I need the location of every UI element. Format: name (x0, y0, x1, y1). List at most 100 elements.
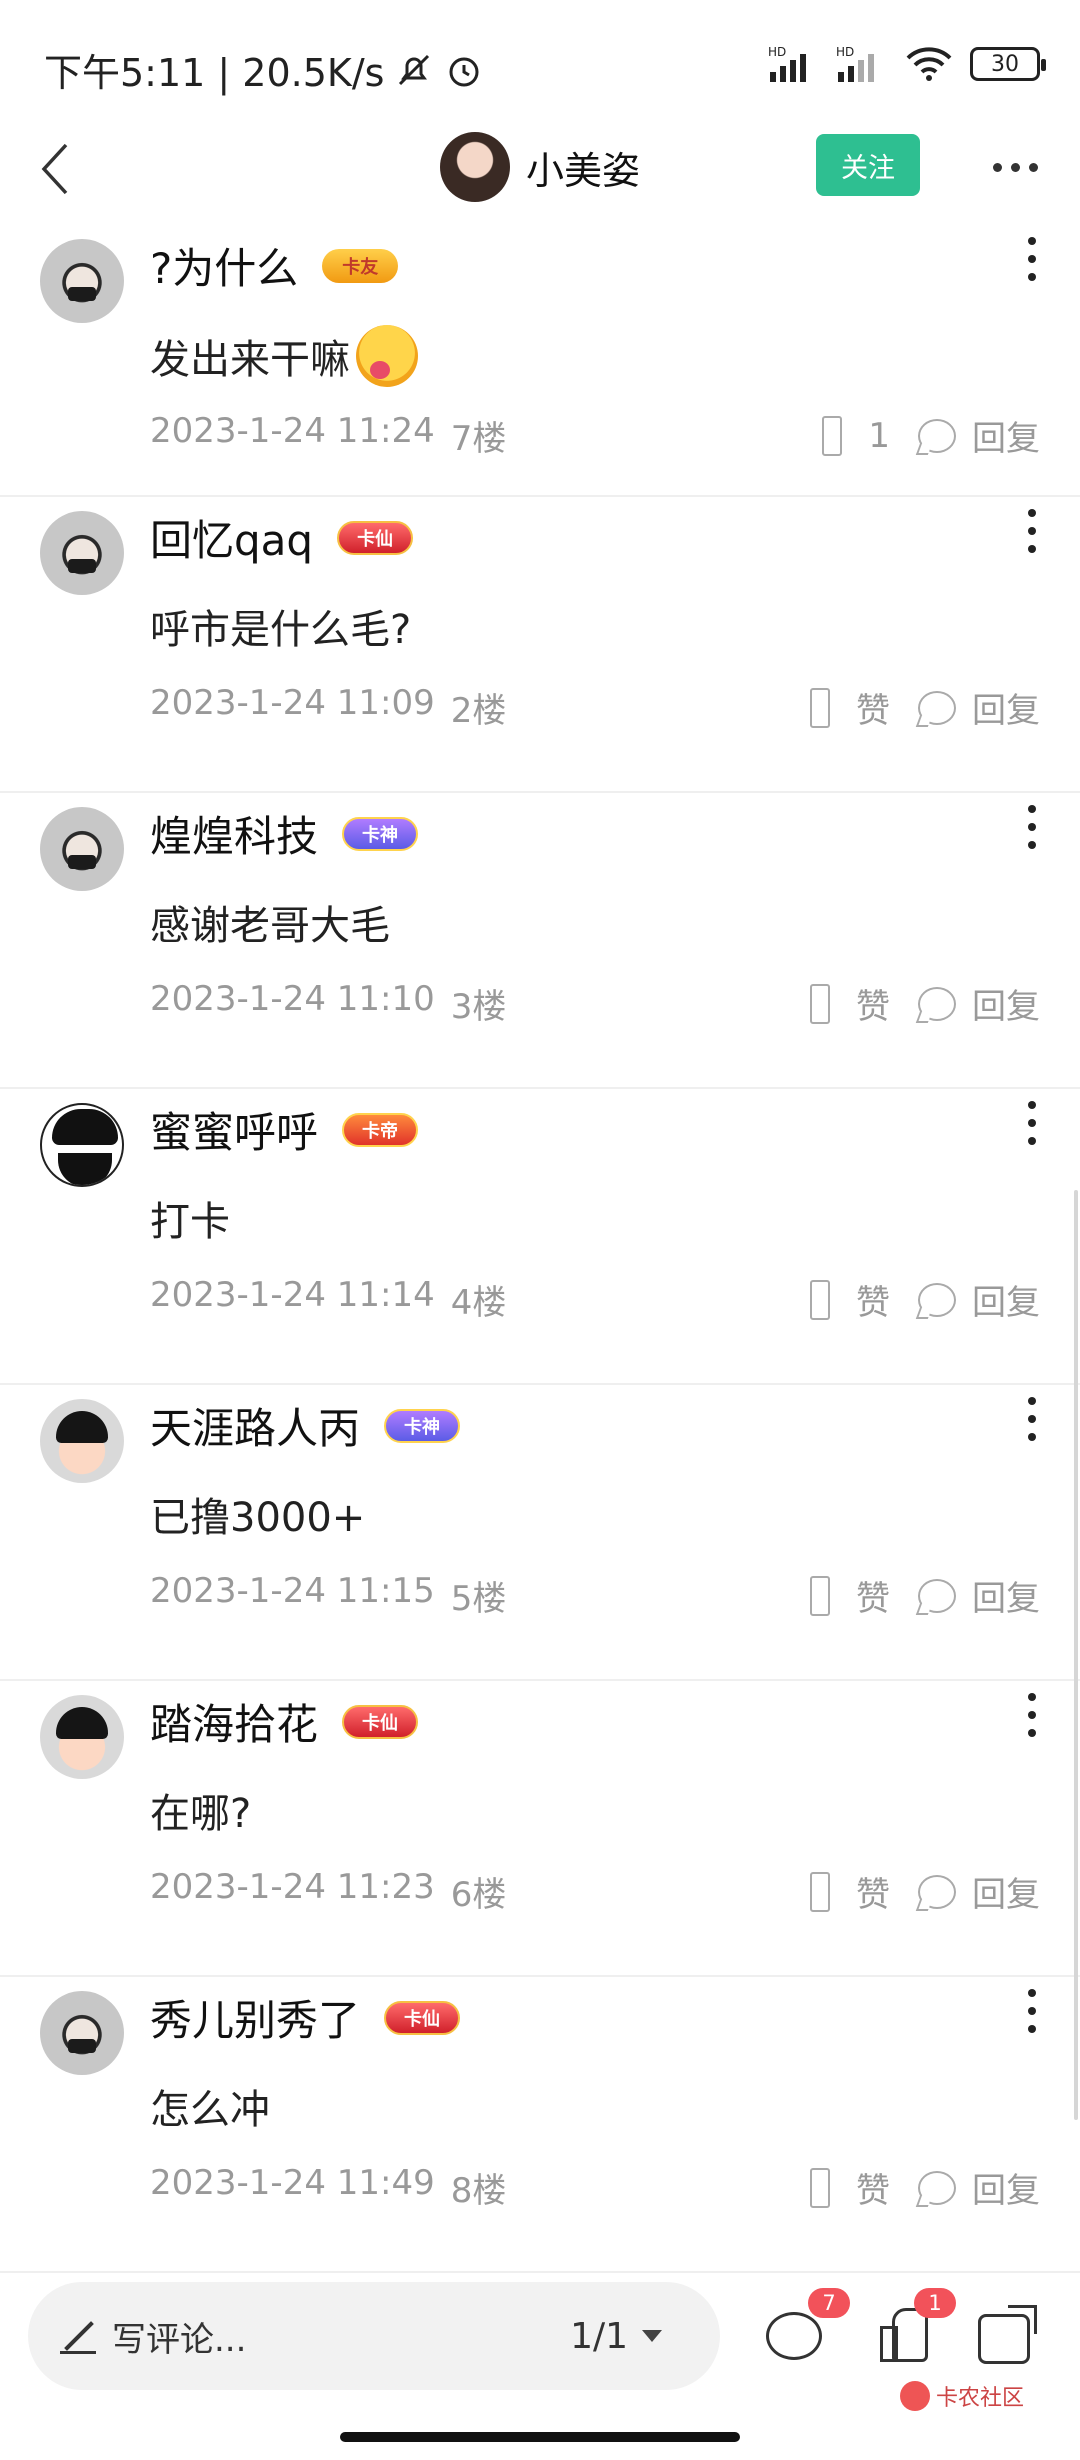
write-comment-input[interactable]: 写评论... 1/1 (28, 2282, 720, 2390)
comment-text-row: 呼市是什么毛? (150, 597, 411, 655)
comment-date: 2023-1-24 11:14 (150, 1275, 435, 1315)
comment-more-icon[interactable] (1022, 1397, 1042, 1441)
comment-more-icon[interactable] (1022, 509, 1042, 553)
comment-actions: 赞 回复 (810, 979, 1040, 1028)
rank-badge: 卡帝 (342, 1112, 419, 1147)
comment-header: 煌煌科技 卡神 (150, 803, 419, 864)
comment-item[interactable]: 天涯路人丙 卡神 已撸3000+ 2023-1-24 11:15 5楼 赞 回复 (0, 1385, 1080, 1681)
comment-text-row: 发出来干嘛 (150, 325, 418, 387)
reply-icon[interactable] (918, 690, 956, 725)
comment-text: 在哪? (150, 1791, 252, 1837)
commenter-avatar[interactable] (40, 239, 124, 323)
reply-icon[interactable] (918, 2170, 956, 2205)
comment-header: ?为什么 卡友 (150, 235, 399, 296)
reply-label[interactable]: 回复 (972, 1275, 1040, 1324)
like-label[interactable]: 1 (868, 416, 890, 456)
comment-date: 2023-1-24 11:09 (150, 683, 435, 723)
more-options-icon[interactable] (980, 142, 1050, 192)
comment-text: 已撸3000+ (150, 1495, 366, 1541)
author-info[interactable]: 小美姿 (440, 132, 640, 202)
comment-item[interactable]: 踏海拾花 卡仙 在哪? 2023-1-24 11:23 6楼 赞 回复 (0, 1681, 1080, 1977)
commenter-avatar[interactable] (40, 1103, 124, 1187)
comment-floor: 4楼 (450, 1283, 507, 1323)
like-label[interactable]: 赞 (856, 1275, 890, 1324)
reply-label[interactable]: 回复 (972, 683, 1040, 732)
comment-item[interactable]: ?为什么 卡友 发出来干嘛 2023-1-24 11:24 7楼 1 回复 (0, 225, 1080, 497)
reply-icon[interactable] (918, 986, 956, 1021)
like-icon[interactable] (810, 1871, 830, 1912)
comment-date: 2023-1-24 11:23 (150, 1867, 435, 1907)
reply-label[interactable]: 回复 (972, 411, 1040, 460)
like-label[interactable]: 赞 (856, 683, 890, 732)
comment-item[interactable]: 煌煌科技 卡神 感谢老哥大毛 2023-1-24 11:10 3楼 赞 回复 (0, 793, 1080, 1089)
like-icon[interactable] (810, 1279, 830, 1320)
reply-icon[interactable] (918, 1578, 956, 1613)
commenter-avatar[interactable] (40, 807, 124, 891)
comment-more-icon[interactable] (1022, 1101, 1042, 1145)
signal-icon: HD (768, 45, 806, 82)
comment-item[interactable]: 回忆qaq 卡仙 呼市是什么毛? 2023-1-24 11:09 2楼 赞 回复 (0, 497, 1080, 793)
comment-floor: 3楼 (450, 987, 507, 1027)
like-label[interactable]: 赞 (856, 1571, 890, 1620)
like-icon[interactable] (810, 687, 830, 728)
comment-item[interactable]: 蜜蜜呼呼 卡帝 打卡 2023-1-24 11:14 4楼 赞 回复 (0, 1089, 1080, 1385)
like-icon[interactable] (822, 415, 843, 456)
comment-text-row: 感谢老哥大毛 (150, 893, 390, 951)
back-button[interactable] (24, 134, 88, 204)
reply-label[interactable]: 回复 (972, 1867, 1040, 1916)
chevron-down-icon (642, 2330, 662, 2342)
commenter-avatar[interactable] (40, 1991, 124, 2075)
comment-more-icon[interactable] (1022, 1989, 1042, 2033)
like-label[interactable]: 赞 (856, 2163, 890, 2212)
comment-more-icon[interactable] (1022, 237, 1042, 281)
battery-level: 30 (991, 51, 1019, 77)
author-name[interactable]: 小美姿 (526, 140, 640, 195)
page-selector[interactable]: 1/1 (570, 2316, 662, 2357)
like-label[interactable]: 赞 (856, 979, 890, 1028)
like-icon[interactable] (810, 2167, 830, 2208)
comment-more-icon[interactable] (1022, 1693, 1042, 1737)
commenter-name[interactable]: ?为什么 (150, 235, 298, 296)
comment-header: 秀儿别秀了 卡仙 (150, 1987, 461, 2048)
reply-label[interactable]: 回复 (972, 979, 1040, 1028)
pen-icon (58, 2316, 98, 2356)
comment-count-badge: 7 (808, 2288, 850, 2318)
commenter-name[interactable]: 蜜蜜呼呼 (150, 1099, 318, 1160)
comment-header: 蜜蜜呼呼 卡帝 (150, 1099, 419, 1160)
reply-icon[interactable] (918, 1874, 956, 1909)
bell-off-icon (399, 54, 430, 85)
svg-text:HD: HD (768, 45, 786, 59)
commenter-avatar[interactable] (40, 1399, 124, 1483)
reply-icon[interactable] (918, 1282, 956, 1317)
commenter-name[interactable]: 秀儿别秀了 (150, 1987, 360, 2048)
scrollbar[interactable] (1074, 1190, 1078, 2120)
commenter-name[interactable]: 回忆qaq (150, 507, 313, 568)
like-icon[interactable] (810, 1575, 830, 1616)
comment-more-icon[interactable] (1022, 805, 1042, 849)
comment-item[interactable]: 秀儿别秀了 卡仙 怎么冲 2023-1-24 11:49 8楼 赞 回复 (0, 1977, 1080, 2273)
commenter-avatar[interactable] (40, 1695, 124, 1779)
commenter-name[interactable]: 煌煌科技 (150, 803, 318, 864)
commenter-name[interactable]: 天涯路人丙 (150, 1395, 360, 1456)
reply-icon[interactable] (918, 418, 956, 453)
comment-actions: 赞 回复 (810, 1867, 1040, 1916)
commenter-avatar[interactable] (40, 511, 124, 595)
comment-actions: 1 回复 (822, 411, 1040, 460)
comment-actions: 赞 回复 (810, 2163, 1040, 2212)
share-icon[interactable] (978, 2305, 1037, 2364)
battery-icon: 30 (970, 47, 1046, 81)
reply-label[interactable]: 回复 (972, 2163, 1040, 2212)
reply-label[interactable]: 回复 (972, 1571, 1040, 1620)
commenter-name[interactable]: 踏海拾花 (150, 1691, 318, 1752)
comment-text: 怎么冲 (150, 2087, 270, 2133)
bottom-bar: 写评论... 1/1 7 1 (0, 2258, 1080, 2390)
like-label[interactable]: 赞 (856, 1867, 890, 1916)
watermark-text: 卡农社区 (936, 2386, 1025, 2411)
follow-button[interactable]: 关注 (816, 134, 920, 196)
like-icon[interactable] (810, 983, 830, 1024)
comment-icon[interactable] (766, 2312, 822, 2360)
home-indicator[interactable] (340, 2432, 740, 2442)
comment-text: 打卡 (150, 1199, 230, 1245)
post-header: 小美姿 关注 (0, 120, 1080, 225)
author-avatar[interactable] (440, 132, 510, 202)
